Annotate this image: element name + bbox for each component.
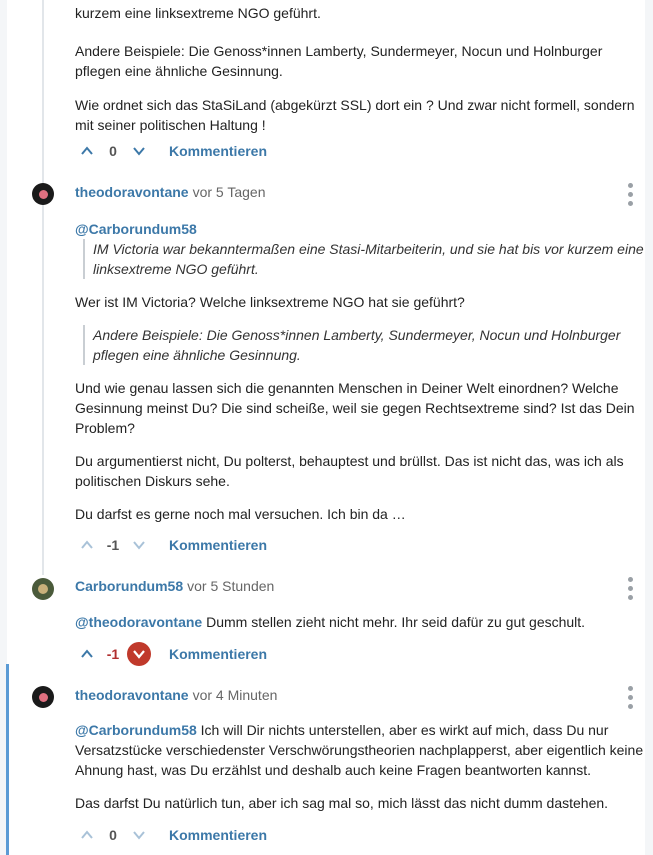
upvote-button[interactable] <box>75 823 99 847</box>
comment-author[interactable]: theodoravontane <box>75 184 189 200</box>
upvote-button[interactable] <box>75 533 99 557</box>
mention-link[interactable]: @Carborundum58 <box>75 722 197 738</box>
new-reply-indicator <box>6 664 9 855</box>
chevron-down-icon <box>133 831 145 840</box>
comment-paragraph: Andere Beispiele: Die Genoss*innen Lambe… <box>75 43 603 79</box>
comment-body: @theodoravontane Dumm stellen zieht nich… <box>75 612 645 632</box>
mention-link[interactable]: @theodoravontane <box>75 614 202 630</box>
thread-line <box>42 0 44 575</box>
vote-count: -1 <box>106 537 120 553</box>
chevron-up-icon <box>81 540 93 549</box>
comment-paragraph: Wie ordnet sich das StaSiLand (abgekürzt… <box>75 97 635 133</box>
blockquote: Andere Beispiele: Die Genoss*innen Lambe… <box>83 325 645 365</box>
downvote-button[interactable] <box>127 533 151 557</box>
vote-count: 0 <box>109 827 117 843</box>
comment-paragraph: Und wie genau lassen sich die genannten … <box>75 380 635 436</box>
avatar[interactable] <box>32 578 54 600</box>
reply-button[interactable]: Kommentieren <box>169 143 267 159</box>
comment-paragraph: Du darfst es gerne noch mal versuchen. I… <box>75 506 406 522</box>
chevron-up-icon <box>81 146 93 155</box>
chevron-up-icon <box>81 649 93 658</box>
avatar-image-icon <box>38 584 48 594</box>
vote-count: 0 <box>109 143 117 159</box>
blockquote: IM Victoria war bekanntermaßen eine Stas… <box>83 239 645 279</box>
comment-timestamp[interactable]: vor 5 Stunden <box>187 578 274 594</box>
comment-body: kurzem eine linksextreme NGO geführt. An… <box>75 3 645 135</box>
downvote-button[interactable] <box>127 139 151 163</box>
reply-button[interactable]: Kommentieren <box>169 537 267 553</box>
chevron-down-icon <box>133 147 145 156</box>
upvote-button[interactable] <box>75 642 99 666</box>
reply-button[interactable]: Kommentieren <box>169 827 267 843</box>
more-options-icon[interactable] <box>627 577 633 600</box>
comment-paragraph: Wer ist IM Victoria? Welche linksextreme… <box>75 294 465 310</box>
comment-body: @Carborundum58 Ich will Dir nichts unter… <box>75 720 645 813</box>
avatar[interactable] <box>32 183 54 205</box>
upvote-button[interactable] <box>75 139 99 163</box>
chevron-down-icon <box>133 541 145 550</box>
downvote-button[interactable] <box>127 823 151 847</box>
chevron-up-icon <box>81 830 93 839</box>
vote-count: -1 <box>106 646 120 662</box>
more-options-icon[interactable] <box>627 183 633 206</box>
comment-paragraph: Du argumentierst nicht, Du polterst, beh… <box>75 453 624 489</box>
comment-paragraph: Das darfst Du natürlich tun, aber ich sa… <box>75 795 609 811</box>
avatar-image-icon <box>38 189 48 199</box>
comment-actions: 0 Kommentieren <box>75 824 267 846</box>
comment-body: @Carborundum58 IM Victoria war bekannter… <box>75 219 645 524</box>
comment-text: Dumm stellen zieht nicht mehr. Ihr seid … <box>206 614 586 630</box>
comment-header: Carborundum58 vor 5 Stunden <box>75 578 274 594</box>
chevron-down-icon <box>133 650 145 659</box>
comment-timestamp[interactable]: vor 5 Tagen <box>193 184 266 200</box>
quote-text: Andere Beispiele: Die Genoss*innen Lambe… <box>93 327 621 363</box>
avatar-image-icon <box>38 692 48 702</box>
right-gutter <box>645 0 653 855</box>
more-options-icon[interactable] <box>627 686 633 709</box>
comment-actions: -1 Kommentieren <box>75 534 267 556</box>
comment-author[interactable]: Carborundum58 <box>75 578 183 594</box>
quote-text: IM Victoria war bekanntermaßen eine Stas… <box>93 241 644 277</box>
comment-header: theodoravontane vor 5 Tagen <box>75 184 265 200</box>
avatar[interactable] <box>32 686 54 708</box>
comment-actions: -1 Kommentieren <box>75 642 267 666</box>
comment-paragraph: @theodoravontane Dumm stellen zieht nich… <box>75 612 645 632</box>
reply-button[interactable]: Kommentieren <box>169 646 267 662</box>
comment-actions: 0 Kommentieren <box>75 140 267 162</box>
mention-link[interactable]: @Carborundum58 <box>75 219 645 239</box>
comment-timestamp[interactable]: vor 4 Minuten <box>193 687 278 703</box>
comment-header: theodoravontane vor 4 Minuten <box>75 687 277 703</box>
comment-paragraph: kurzem eine linksextreme NGO geführt. <box>75 5 321 21</box>
comment-paragraph: @Carborundum58 Ich will Dir nichts unter… <box>75 720 645 780</box>
comment-author[interactable]: theodoravontane <box>75 687 189 703</box>
downvote-button-active[interactable] <box>127 642 151 666</box>
